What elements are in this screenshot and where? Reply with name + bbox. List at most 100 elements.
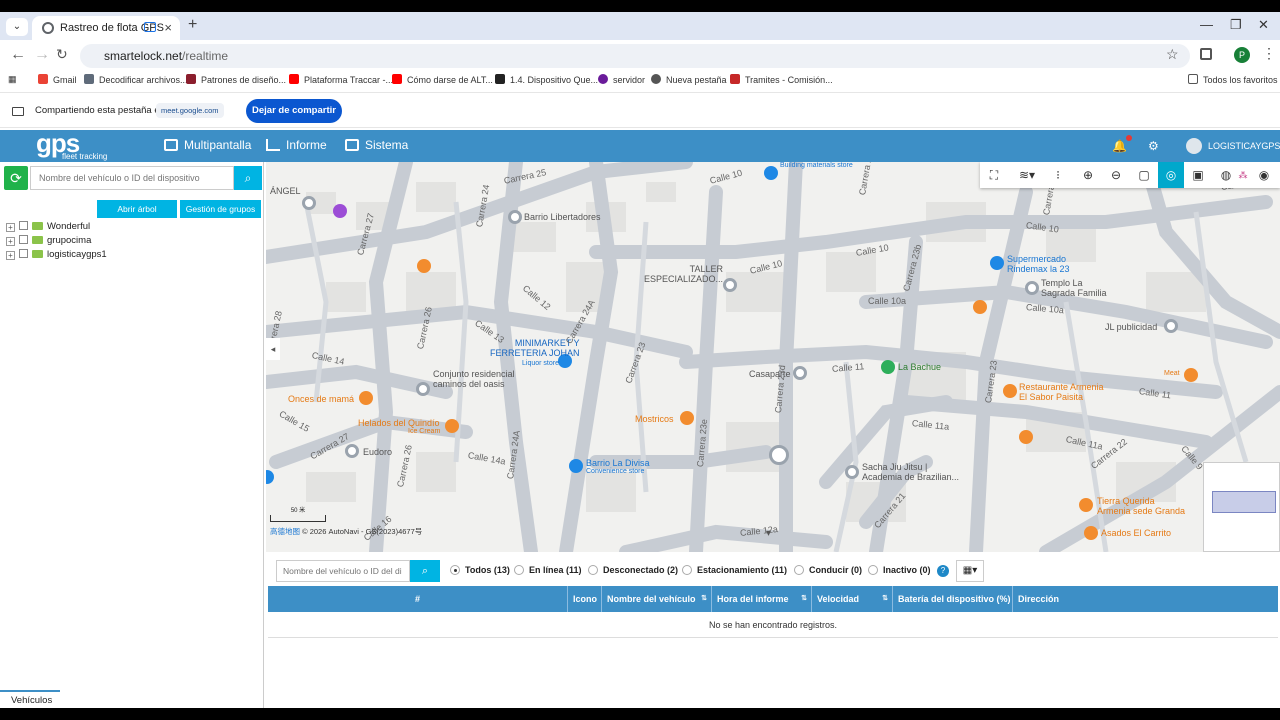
column-header[interactable]: Velocidad ⇅ [812, 586, 893, 612]
list-search-input[interactable] [276, 560, 410, 582]
sort-icon[interactable]: ⇅ [701, 586, 707, 612]
apps-grid-icon[interactable]: ▦ [8, 72, 17, 86]
sort-icon[interactable]: ⇅ [801, 586, 807, 612]
bookmark-patrones[interactable]: Patrones de diseño... [186, 73, 286, 87]
radio[interactable] [450, 565, 460, 575]
bookmark-gmail[interactable]: Gmail [38, 73, 77, 87]
bookmark-tramites[interactable]: Tramites - Comisión... [730, 73, 833, 87]
column-header[interactable]: Nombre del vehículo ⇅ [602, 586, 712, 612]
poi-marker[interactable] [1164, 319, 1178, 333]
bookmark-decodificar[interactable]: Decodificar archivos... [84, 73, 188, 87]
column-header[interactable]: Dirección [1013, 586, 1278, 612]
poi-marker[interactable] [508, 210, 522, 224]
tree-node[interactable]: + grupocima [6, 234, 107, 248]
filter-inactivo[interactable]: Inactivo (0) [868, 565, 931, 575]
park-icon[interactable] [881, 360, 895, 374]
radio[interactable] [794, 565, 804, 575]
maximize-icon[interactable]: ❐ [1230, 17, 1242, 33]
pin-icon[interactable]: ⁂ [1236, 162, 1250, 188]
forward-icon[interactable]: → [34, 46, 50, 64]
column-header[interactable]: Icono [568, 586, 602, 612]
restaurant-icon[interactable] [359, 391, 373, 405]
restaurant-icon[interactable] [1019, 430, 1033, 444]
poi-marker[interactable] [793, 366, 807, 380]
tree-node[interactable]: + Wonderful [6, 220, 107, 234]
refresh-icon[interactable]: ⟳ [4, 166, 28, 190]
poi-marker[interactable] [416, 382, 430, 396]
url-input[interactable]: smartelock.net/realtime [80, 44, 1190, 68]
stop-sharing-button[interactable]: Dejar de compartir [246, 99, 342, 123]
reload-icon[interactable]: ↻ [56, 46, 68, 63]
new-tab-icon[interactable]: + [188, 16, 197, 34]
expand-icon[interactable]: + [6, 223, 15, 232]
draw-rectangle-icon[interactable]: ▢ [1130, 162, 1158, 188]
group-management-button[interactable]: Gestión de grupos [180, 200, 261, 218]
column-header[interactable]: Batería del dispositivo (%) [893, 586, 1013, 612]
sort-icon[interactable]: ⇅ [882, 586, 888, 612]
restaurant-icon[interactable] [1079, 498, 1093, 512]
poi-marker[interactable] [845, 465, 859, 479]
browser-menu-icon[interactable]: ⋮ [1262, 45, 1276, 62]
column-selector-icon[interactable]: ▦▾ [956, 560, 984, 582]
browser-tab[interactable]: Rastreo de flota GPS × [32, 16, 180, 40]
minimize-icon[interactable]: — [1200, 17, 1213, 32]
menu-sistema[interactable]: Sistema [345, 138, 408, 152]
bookmark-servidor[interactable]: servidor [598, 73, 645, 87]
avatar[interactable] [1186, 138, 1202, 154]
radio[interactable] [868, 565, 878, 575]
restaurant-icon[interactable] [1003, 384, 1017, 398]
column-header[interactable]: Hora del informe ⇅ [712, 586, 812, 612]
locate-icon[interactable]: ◉ [1250, 162, 1278, 188]
expand-icon[interactable]: + [6, 251, 15, 260]
search-icon[interactable]: ⌕ [410, 560, 440, 582]
restaurant-icon[interactable] [1184, 368, 1198, 382]
radio[interactable] [682, 565, 692, 575]
shop-icon[interactable] [764, 166, 778, 180]
menu-multipantalla[interactable]: Multipantalla [164, 138, 251, 152]
collapse-sidebar-icon[interactable]: ◂ [266, 338, 280, 360]
tree-node[interactable]: + logisticaygps1 [6, 248, 107, 262]
search-icon[interactable]: ⌕ [234, 166, 262, 190]
username[interactable]: LOGISTICAYGPS [1208, 141, 1280, 151]
traffic-icon[interactable]: ⁝ [1044, 162, 1072, 188]
filter-en-linea[interactable]: En línea (11) [514, 565, 582, 575]
bookmark-star-icon[interactable]: ☆ [1166, 46, 1179, 63]
back-icon[interactable]: ← [10, 46, 26, 64]
overview-map-icon[interactable]: ▣ [1184, 162, 1212, 188]
radio[interactable] [514, 565, 524, 575]
bookmark-dispositivo[interactable]: 1.4. Dispositivo Que... [495, 73, 598, 87]
menu-informe[interactable]: Informe [266, 138, 327, 152]
vehicle-search-input[interactable] [30, 166, 234, 190]
map-view[interactable]: ÁNGEL Building materials store Barrio Li… [266, 162, 1280, 552]
radio[interactable] [588, 565, 598, 575]
poi-marker[interactable] [345, 444, 359, 458]
geofence-icon[interactable]: ◎ [1158, 162, 1184, 188]
restaurant-icon[interactable] [1084, 526, 1098, 540]
close-tab-icon[interactable]: × [164, 16, 172, 40]
users-settings-icon[interactable]: ⚙ [1148, 139, 1159, 153]
checkbox[interactable] [19, 249, 28, 258]
expand-icon[interactable]: + [6, 237, 15, 246]
restaurant-icon[interactable] [445, 419, 459, 433]
tab-vehiculos[interactable]: Vehículos [0, 690, 60, 708]
checkbox[interactable] [19, 221, 28, 230]
open-tree-button[interactable]: Abrir árbol [97, 200, 177, 218]
poi-marker[interactable] [333, 204, 347, 218]
notifications-bell-icon[interactable]: 🔔 [1112, 135, 1132, 153]
poi-marker[interactable] [769, 445, 789, 465]
restaurant-icon[interactable] [680, 411, 694, 425]
poi-marker[interactable] [723, 278, 737, 292]
filter-conducir[interactable]: Conducir (0) [794, 565, 862, 575]
expand-panel-icon[interactable]: ▾ [766, 528, 771, 539]
all-bookmarks[interactable]: Todos los favoritos [1188, 73, 1278, 87]
poi-marker[interactable] [302, 196, 316, 210]
close-window-icon[interactable]: ✕ [1258, 17, 1269, 33]
shop-icon[interactable] [990, 256, 1004, 270]
profile-avatar[interactable]: P [1234, 47, 1250, 63]
help-icon[interactable]: ? [937, 565, 949, 577]
column-header[interactable]: # [268, 586, 568, 612]
bookmark-alta[interactable]: Cómo darse de ALT... [392, 73, 493, 87]
poi-marker[interactable] [1025, 281, 1039, 295]
checkbox[interactable] [19, 235, 28, 244]
layers-icon[interactable]: ≋▾ [1010, 162, 1044, 188]
